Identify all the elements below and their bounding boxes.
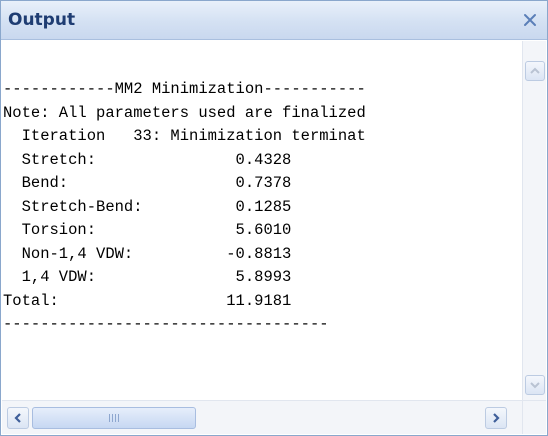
output-line: Total: 11.9181: [3, 291, 292, 310]
output-line: Bend: 0.7378: [3, 174, 292, 192]
output-line: Note: All parameters used are finalized: [3, 103, 366, 122]
output-line: Stretch: 0.4328: [3, 150, 292, 169]
chevron-left-icon: [14, 413, 21, 423]
scroll-down-button[interactable]: [525, 375, 545, 395]
output-line: -----------------------------------: [3, 315, 329, 333]
output-line: Iteration 33: Minimization terminat: [3, 127, 366, 145]
scroll-left-button[interactable]: [7, 407, 29, 429]
output-text-area[interactable]: ------------MM2 Minimization----------- …: [1, 41, 522, 400]
output-line: 1,4 VDW: 5.8993: [3, 268, 292, 286]
grip-icon: [108, 414, 120, 422]
output-line: Stretch-Bend: 0.1285: [3, 197, 292, 216]
horizontal-scrollbar[interactable]: [2, 400, 522, 434]
output-panel: Output ------------MM2 Minimization-----…: [0, 0, 548, 436]
vertical-scrollbar[interactable]: [522, 41, 546, 400]
panel-title: Output: [8, 10, 76, 30]
chevron-up-icon: [530, 67, 540, 74]
scroll-up-button[interactable]: [525, 61, 545, 81]
close-icon: [524, 14, 536, 26]
output-line: ------------MM2 Minimization-----------: [3, 80, 366, 98]
scroll-right-button[interactable]: [485, 407, 507, 429]
close-button[interactable]: [519, 9, 541, 31]
horizontal-scroll-thumb[interactable]: [32, 407, 196, 429]
chevron-right-icon: [493, 413, 500, 423]
output-line: Non-1,4 VDW: -0.8813: [3, 244, 292, 263]
title-bar: Output: [1, 1, 547, 40]
chevron-down-icon: [530, 382, 540, 389]
scrollbar-corner: [522, 400, 546, 434]
output-line: Torsion: 5.6010: [3, 221, 292, 239]
output-log: ------------MM2 Minimization----------- …: [3, 78, 366, 337]
